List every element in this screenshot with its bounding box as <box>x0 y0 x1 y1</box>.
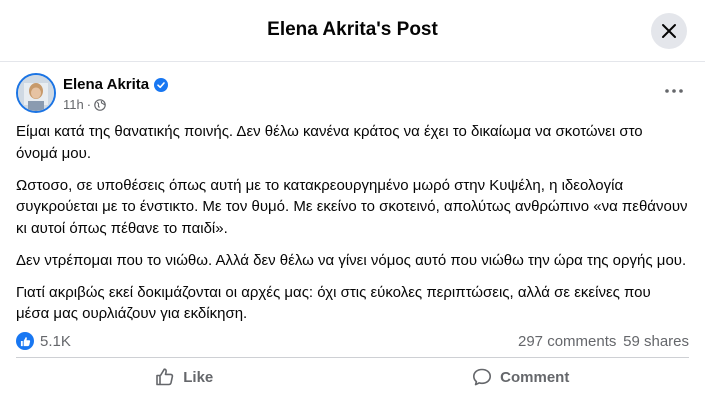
like-label: Like <box>183 368 214 386</box>
post-paragraph: Δεν ντρέπομαι που το νιώθω. Αλλά δεν θέλ… <box>16 251 687 269</box>
post-paragraph: Γιατί ακριβώς εκεί δοκιμάζονται οι αρχές… <box>16 283 651 323</box>
avatar[interactable] <box>16 73 56 113</box>
reactions-row: 5.1K 297 comments 59 shares <box>16 331 689 353</box>
thumbs-up-icon[interactable] <box>16 332 34 350</box>
post-body: Είμαι κατά της θανατικής ποινής. Δεν θέλ… <box>16 121 688 335</box>
more-options-icon <box>665 89 683 93</box>
like-button[interactable]: Like <box>16 358 353 396</box>
post-header: Elena Akrita 11h · <box>16 73 689 115</box>
close-icon <box>662 24 676 38</box>
comments-count[interactable]: 297 comments <box>518 333 616 350</box>
verified-badge-icon <box>154 77 169 92</box>
modal-header: Elena Akrita's Post <box>0 0 705 62</box>
modal-title: Elena Akrita's Post <box>267 19 438 40</box>
comment-icon <box>473 368 492 386</box>
close-button[interactable] <box>651 13 687 49</box>
action-bar: Like Comment <box>16 358 689 396</box>
like-icon <box>156 368 174 386</box>
post-paragraph: Ωστοσο, σε υποθέσεις όπως αυτή με το κατ… <box>16 176 688 237</box>
comment-label: Comment <box>500 368 570 386</box>
avatar-image <box>18 75 54 111</box>
globe-icon[interactable] <box>94 98 106 111</box>
reaction-count[interactable]: 5.1K <box>40 333 71 350</box>
more-options-button[interactable] <box>659 79 689 103</box>
shares-count[interactable]: 59 shares <box>623 333 689 350</box>
post-meta: 11h · <box>63 97 106 112</box>
thumbs-up-glyph <box>20 336 30 346</box>
author-row: Elena Akrita <box>63 76 169 93</box>
comment-button[interactable]: Comment <box>353 358 690 396</box>
post-paragraph: Είμαι κατά της θανατικής ποινής. Δεν θέλ… <box>16 123 643 162</box>
post-timestamp[interactable]: 11h <box>63 97 84 112</box>
meta-separator: · <box>86 97 92 112</box>
author-name[interactable]: Elena Akrita <box>63 76 149 93</box>
